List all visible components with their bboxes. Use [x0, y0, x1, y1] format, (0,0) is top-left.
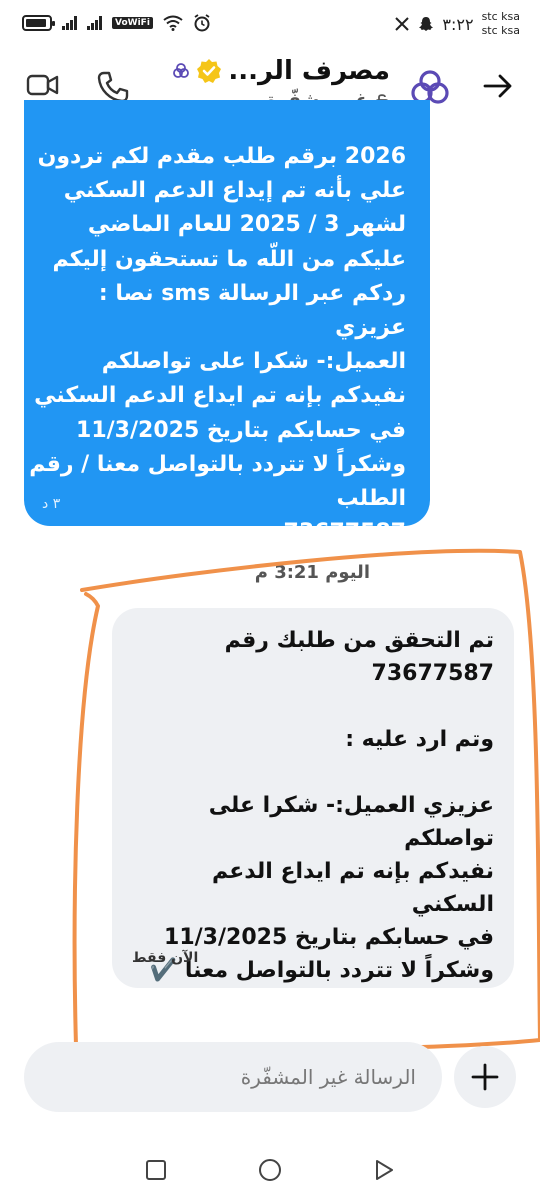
back-arrow-icon[interactable] [482, 70, 514, 102]
sender-logo-icon [173, 63, 190, 78]
incoming-message-bubble[interactable]: تم التحقق من طلبك رقم 73677587 وتم ارد ع… [112, 608, 514, 988]
back-nav-icon[interactable] [372, 1158, 396, 1182]
status-bar: VoWiFi ٣:٢٢ stc ksa stc ksa [0, 0, 540, 48]
system-navigation-bar [0, 1146, 540, 1200]
x-icon [395, 17, 410, 31]
outgoing-message-text: 2026 برقم طلب مقدم لكم تردون علي بأنه تم… [29, 144, 406, 526]
signal-icon [62, 16, 77, 30]
snapchat-icon [419, 17, 434, 31]
attach-button[interactable] [454, 1046, 516, 1108]
battery-icon [22, 15, 55, 31]
carrier-2: stc ksa [481, 24, 520, 37]
signal-icon-2 [87, 16, 102, 30]
status-right-group: ٣:٢٢ stc ksa stc ksa [394, 10, 520, 38]
incoming-message-text: تم التحقق من طلبك رقم 73677587 وتم ارد ع… [149, 628, 494, 983]
outgoing-message-time: ٣ د [42, 496, 61, 512]
message-timestamp: اليوم 3:21 م [254, 562, 370, 583]
title-row: مصرف الر... [172, 56, 390, 86]
status-left-group: VoWiFi [22, 14, 211, 32]
phone-icon[interactable] [96, 70, 130, 104]
compose-field-container [24, 1042, 442, 1112]
video-call-icon[interactable] [26, 70, 60, 100]
plus-icon [471, 1063, 499, 1091]
outgoing-message-bubble[interactable]: 2026 برقم طلب مقدم لكم تردون علي بأنه تم… [24, 100, 430, 526]
vowifi-badge: VoWiFi [112, 17, 153, 29]
recents-icon[interactable] [144, 1158, 168, 1182]
home-icon[interactable] [257, 1158, 283, 1184]
carrier-1: stc ksa [481, 10, 520, 23]
clock: ٣:٢٢ [442, 14, 474, 34]
conversation-title: مصرف الر... [228, 56, 390, 86]
wifi-icon [163, 15, 183, 31]
carrier-labels: stc ksa stc ksa [482, 10, 520, 38]
verified-badge-icon [197, 59, 222, 83]
alarm-icon [194, 14, 210, 32]
message-input[interactable] [76, 1060, 416, 1094]
incoming-message-time: الآن فقط [132, 950, 199, 966]
